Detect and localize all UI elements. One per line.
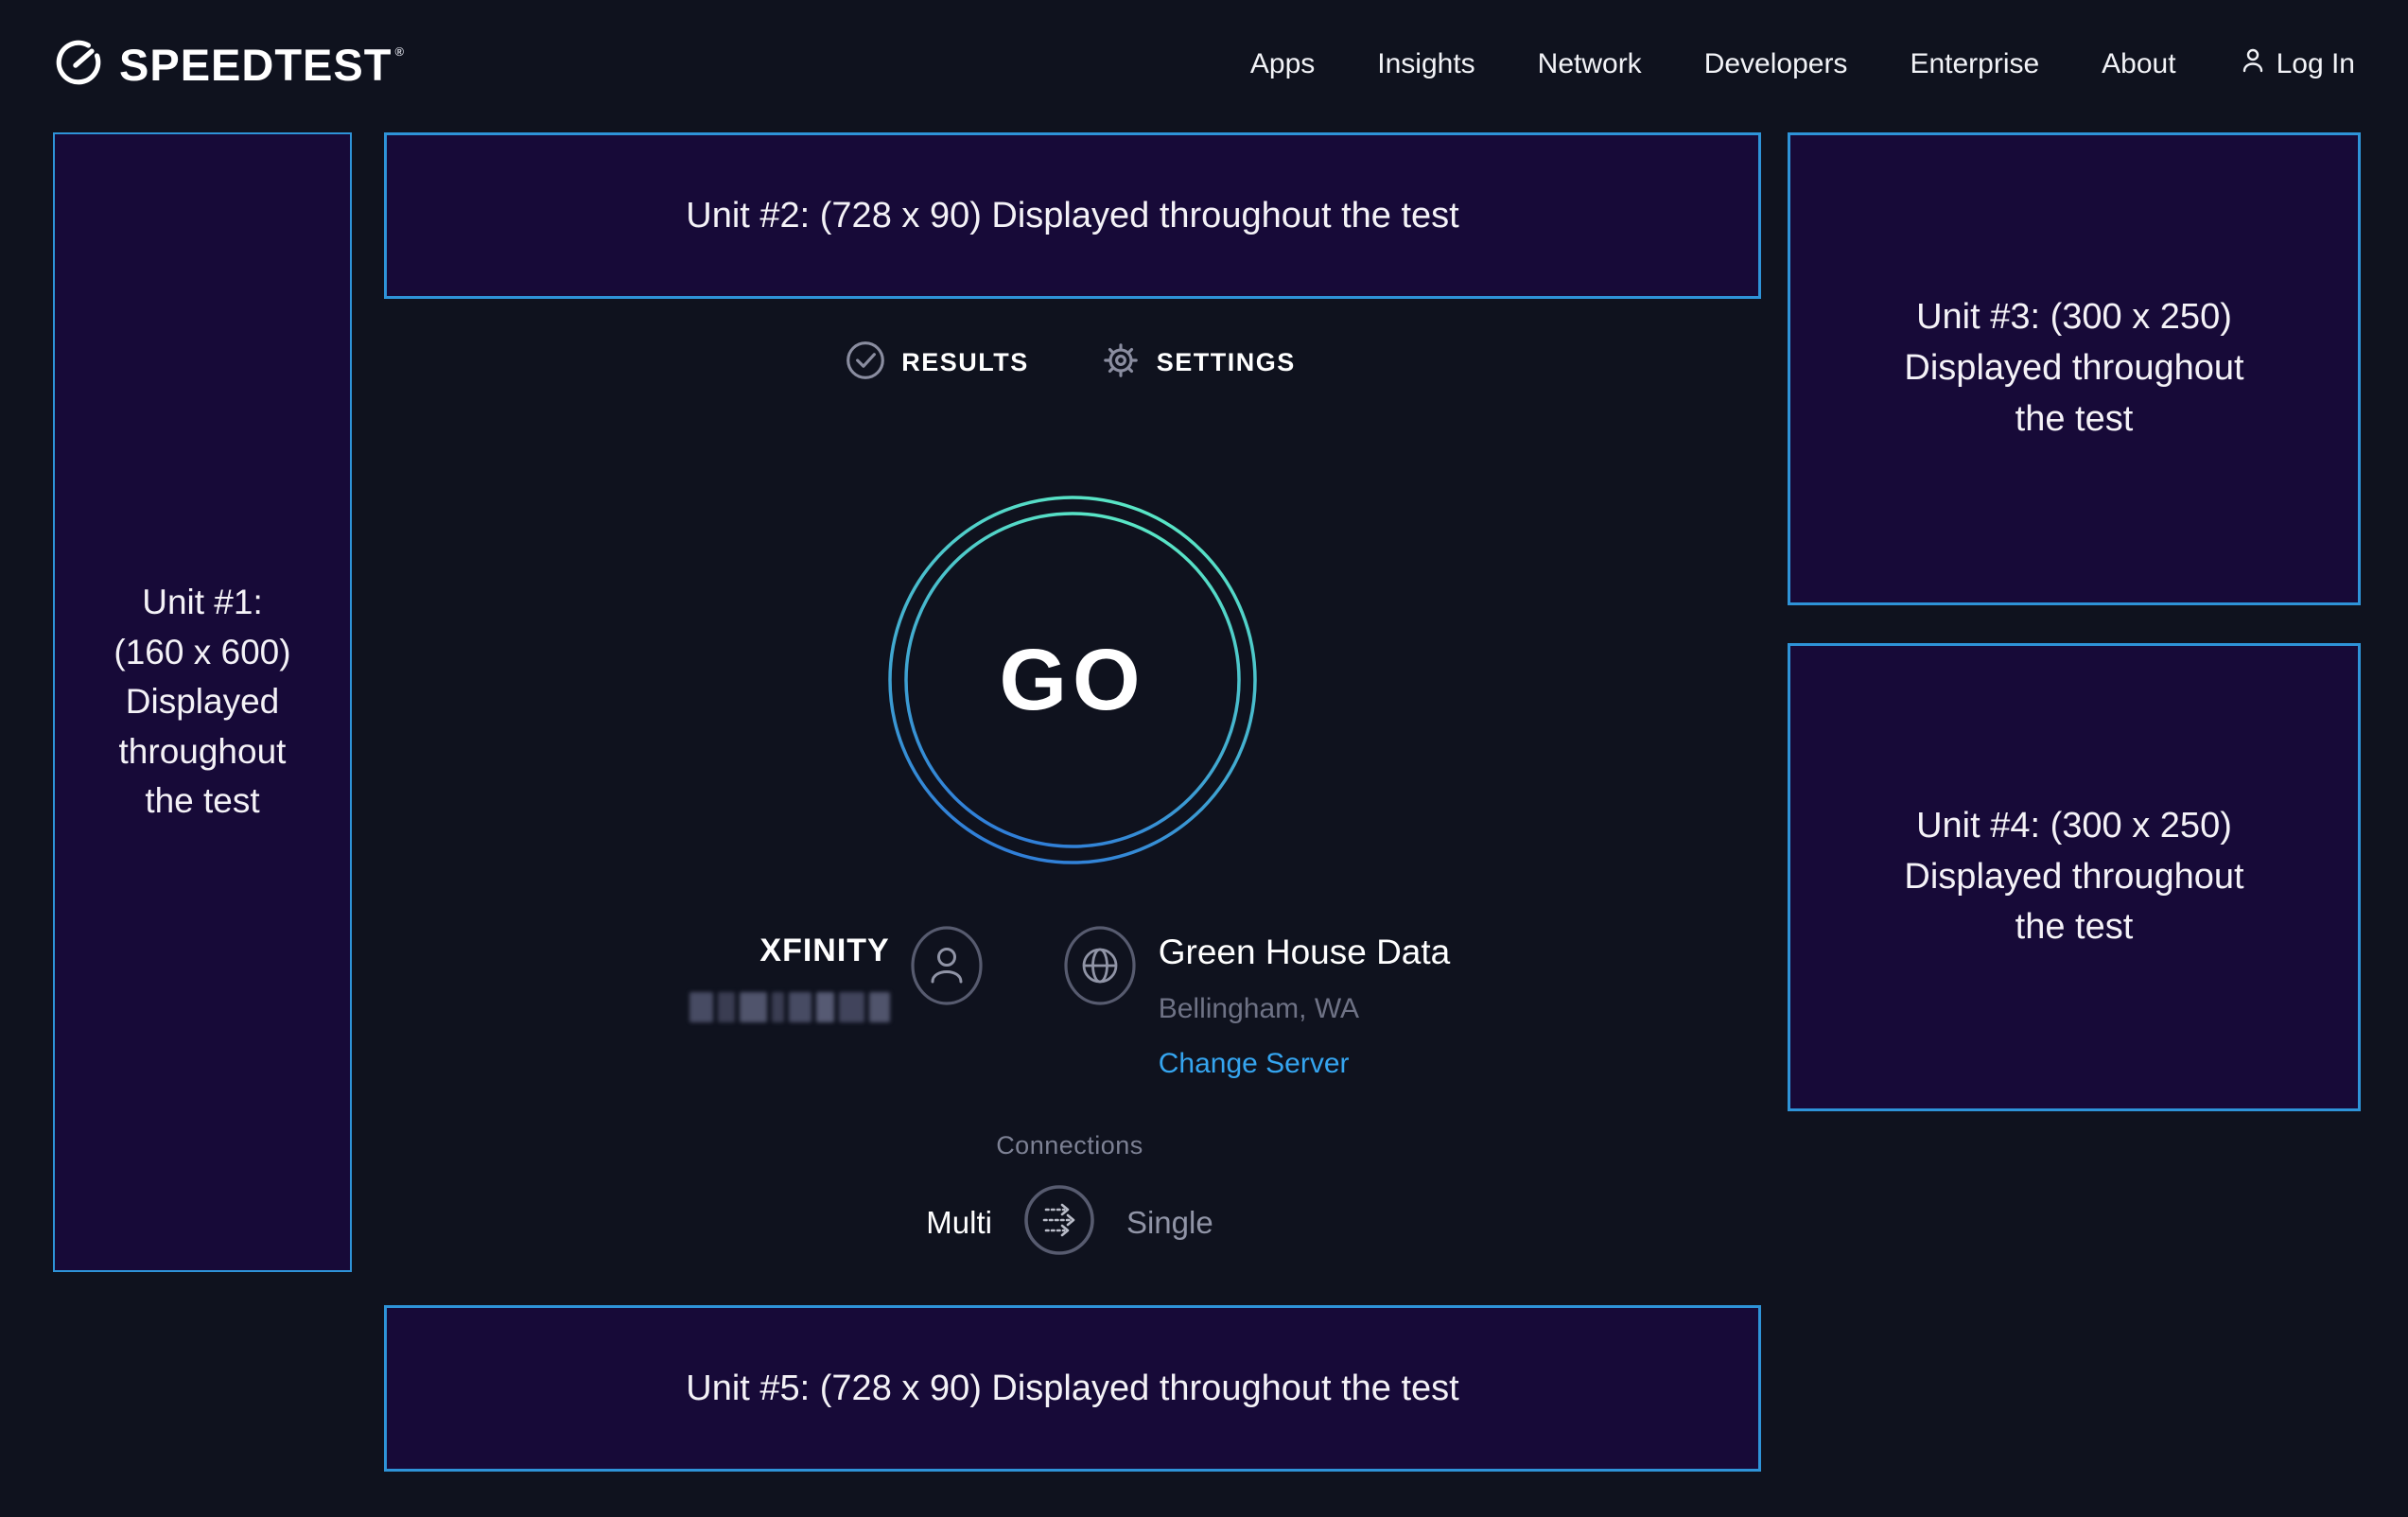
connections-single-option[interactable]: Single: [1126, 1205, 1213, 1241]
ad-unit-2[interactable]: Unit #2: (728 x 90) Displayed throughout…: [384, 132, 1761, 299]
connections-multi-option[interactable]: Multi: [926, 1205, 992, 1241]
connections-label: Connections: [996, 1131, 1143, 1160]
login-label: Log In: [2277, 48, 2355, 80]
ad-unit-3[interactable]: Unit #3: (300 x 250) Displayed throughou…: [1788, 132, 2361, 605]
brand-wordmark: SPEEDTEST: [119, 39, 392, 91]
server-name: Green House Data: [1159, 933, 1451, 972]
tab-settings[interactable]: SETTINGS: [1099, 339, 1296, 387]
go-label: GO: [874, 481, 1271, 879]
nav-developers[interactable]: Developers: [1704, 48, 1848, 80]
connections-toggle[interactable]: [1022, 1183, 1096, 1262]
isp-name: XFINITY: [689, 933, 890, 969]
ad-unit-5[interactable]: Unit #5: (728 x 90) Displayed throughout…: [384, 1305, 1761, 1472]
check-circle-icon: [844, 339, 887, 387]
gauge-icon: [53, 37, 104, 93]
ad-unit-4[interactable]: Unit #4: (300 x 250) Displayed throughou…: [1788, 643, 2361, 1111]
nav-apps[interactable]: Apps: [1250, 48, 1315, 80]
nav-insights[interactable]: Insights: [1377, 48, 1474, 80]
server-location: Bellingham, WA: [1159, 993, 1451, 1025]
nav-network[interactable]: Network: [1538, 48, 1642, 80]
results-label: RESULTS: [901, 348, 1029, 377]
connections-toggle-row: Multi Single: [926, 1183, 1213, 1262]
server-block: Green House Data Bellingham, WA Change S…: [1159, 933, 1451, 1080]
provider-server-row: XFINITY Green House Data Bellingham, WA: [352, 925, 1788, 1080]
tab-results[interactable]: RESULTS: [844, 339, 1029, 387]
settings-label: SETTINGS: [1157, 348, 1296, 377]
connections-section: Connections Multi Single: [352, 1131, 1788, 1262]
top-nav: Apps Insights Network Developers Enterpr…: [1250, 0, 2355, 129]
change-server-link[interactable]: Change Server: [1159, 1048, 1350, 1080]
speedtest-logo[interactable]: SPEEDTEST ®: [53, 0, 405, 129]
gear-icon: [1099, 339, 1143, 387]
nav-about[interactable]: About: [2102, 48, 2175, 80]
server-globe-icon: [1062, 925, 1138, 1011]
trademark-mark: ®: [394, 44, 405, 59]
tabs-bar: RESULTS SETTINGS: [352, 339, 1788, 387]
nav-enterprise[interactable]: Enterprise: [1910, 48, 2039, 80]
ip-address-redacted: [689, 992, 890, 1022]
ad-unit-1[interactable]: Unit #1: (160 x 600) Displayed throughou…: [53, 132, 352, 1272]
isp-user-icon: [909, 925, 985, 1011]
isp-block: XFINITY: [689, 933, 890, 1022]
login-button[interactable]: Log In: [2239, 46, 2355, 82]
header: SPEEDTEST ® Apps Insights Network Develo…: [0, 0, 2408, 129]
user-icon: [2239, 46, 2267, 82]
go-button[interactable]: GO: [874, 481, 1271, 879]
